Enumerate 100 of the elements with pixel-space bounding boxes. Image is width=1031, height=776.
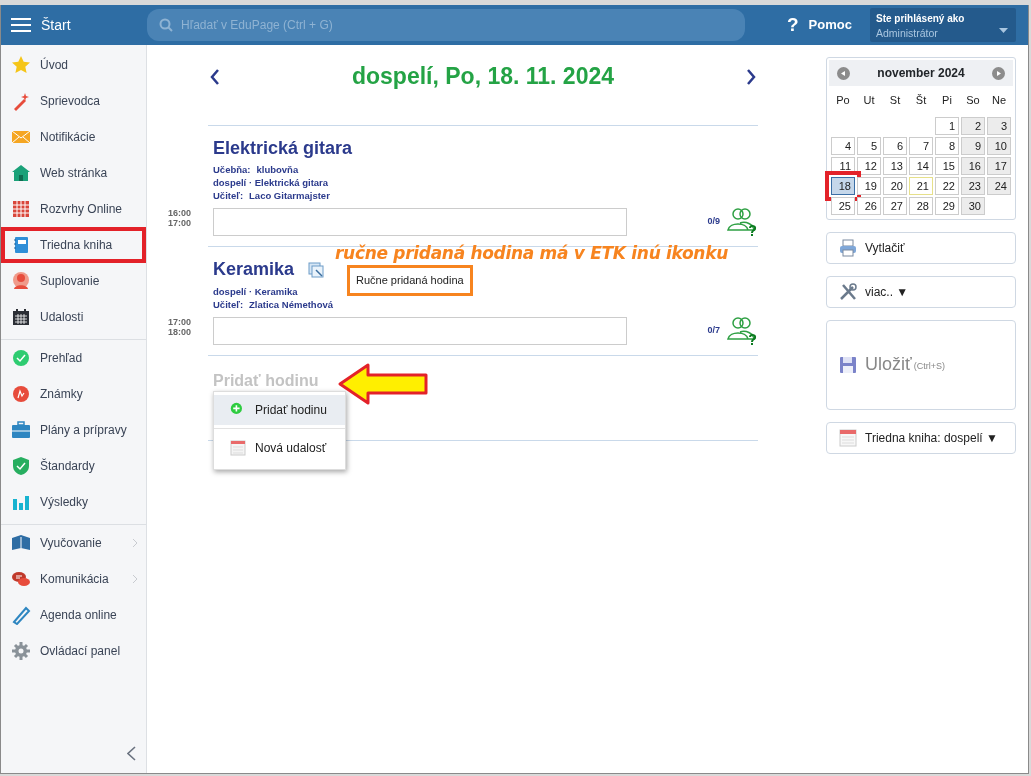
lesson-detail: Učebňa: klubovňa (213, 163, 300, 177)
calendar-day[interactable]: 17 (987, 156, 1011, 175)
sidebar-item[interactable]: Komunikácia (1, 561, 146, 597)
shield-icon (11, 456, 31, 476)
calendar-day[interactable]: 16 (961, 156, 985, 175)
calendar-day[interactable]: 26 (857, 196, 881, 215)
tools-icon (839, 282, 857, 301)
help-link[interactable]: ? Pomoc (787, 10, 852, 40)
lesson-detail: dospelí · Keramika (213, 284, 299, 298)
gear-icon (11, 641, 31, 661)
lesson-detail: Učiteľ: Laco Gitarmajster (213, 189, 331, 203)
lesson-time: 17:00 18:00 (168, 315, 193, 339)
calendar-day[interactable]: 25 (831, 196, 855, 215)
calendar-day[interactable]: 8 (935, 136, 959, 155)
sidebar-item[interactable]: Suplovanie (1, 263, 146, 299)
calendar-day[interactable]: 20 (883, 176, 907, 195)
calendar-day[interactable]: 2 (961, 116, 985, 135)
lesson-topic-field[interactable] (213, 316, 627, 345)
sidebar-item[interactable]: Štandardy (1, 448, 146, 484)
sidebar-item[interactable]: Známky (1, 376, 146, 412)
calendar-day[interactable]: 5 (857, 136, 881, 155)
calendar-day[interactable]: 29 (935, 196, 959, 215)
chevron-right-icon (132, 538, 138, 548)
weekday-label: Pi (941, 93, 953, 108)
calendar-day[interactable]: 6 (883, 136, 907, 155)
calendar-day[interactable]: 28 (909, 196, 933, 215)
calendar-day[interactable]: 19 (857, 176, 881, 195)
check-circle-icon (11, 348, 31, 368)
triangle-right-icon (992, 66, 1005, 80)
action-button[interactable]: Vytlačiť (826, 231, 1016, 264)
sidebar-item[interactable]: Vyučovanie (1, 525, 146, 561)
user-menu-button[interactable]: Ste prihlásený ako Administrátor (870, 8, 1016, 42)
tooltip: Ručne pridaná hodina (347, 265, 473, 296)
attendance-count: 0/7 (707, 324, 720, 338)
sidebar-item[interactable]: Triedna kniha (1, 227, 146, 263)
person-icon (11, 271, 31, 291)
action-button[interactable]: Triedna kniha: dospelí ▼ (826, 421, 1016, 454)
day-title: dospelí, Po, 18. 11. 2024 (350, 63, 616, 91)
timetable-grid-icon (11, 199, 31, 219)
next-month-button[interactable] (990, 64, 1007, 82)
calendar-day[interactable]: 15 (935, 156, 959, 175)
chevron-right-icon (746, 68, 756, 85)
sidebar-item[interactable]: Ovládací panel (1, 633, 146, 669)
menu-icon (11, 17, 31, 33)
star-icon (11, 55, 31, 75)
month-title: november 2024 (877, 65, 965, 82)
printer-icon (839, 238, 857, 257)
weekday-label: So (965, 93, 981, 108)
calendar-icon (11, 307, 31, 327)
house-icon (11, 163, 31, 183)
calendar-day[interactable]: 24 (987, 176, 1011, 195)
chevron-left-icon (210, 68, 220, 85)
menu-item[interactable]: Pridať hodinu (214, 395, 345, 425)
calendar-day[interactable]: 12 (857, 156, 881, 175)
weekday-label: Št (914, 93, 928, 108)
caret-icon (999, 28, 1008, 33)
chat-bubbles-icon (11, 569, 31, 589)
lesson-topic-field[interactable] (213, 208, 627, 237)
calendar-day[interactable]: 7 (909, 136, 933, 155)
calendar-day[interactable]: 9 (961, 136, 985, 155)
calendar-day[interactable]: 14 (909, 156, 933, 175)
calendar-day[interactable]: 10 (987, 136, 1011, 155)
lesson-detail: dospelí · Elektrická gitara (213, 176, 330, 190)
grade-circle-icon (11, 384, 31, 404)
previous-month-button[interactable] (835, 64, 852, 82)
sidebar-item[interactable]: Úvod (1, 47, 146, 83)
sidebar-item[interactable]: Prehľad (1, 340, 146, 376)
calendar-day[interactable]: 27 (883, 196, 907, 215)
sidebar-item[interactable]: Udalosti (1, 299, 146, 335)
search-icon (159, 18, 173, 32)
sidebar-item[interactable]: Sprievodca (1, 83, 146, 119)
calendar-day[interactable]: 13 (883, 156, 907, 175)
calendar-icon (230, 439, 246, 456)
calendar-day[interactable]: 30 (961, 196, 985, 215)
open-book-icon (11, 533, 31, 553)
sidebar-item[interactable]: Web stránka (1, 155, 146, 191)
sidebar-item[interactable]: Plány a prípravy (1, 412, 146, 448)
chevron-right-icon (132, 574, 138, 584)
calendar-day[interactable]: 23 (961, 176, 985, 195)
annotation-note: ručne pridaná hodina má v ETK inú ikonku (335, 242, 728, 265)
calendar-day[interactable]: 21 (909, 176, 933, 195)
action-button[interactable]: viac.. ▼ (826, 275, 1016, 308)
search-field[interactable]: Hľadať v EduPage (Ctrl + G) (147, 9, 745, 41)
calendar-day[interactable]: 4 (831, 136, 855, 155)
menu-item[interactable]: Nová udalosť (214, 428, 345, 466)
weekday-label: Po (835, 93, 851, 108)
lesson-detail: Učiteľ: Zlatica Némethová (213, 297, 334, 311)
calendar-day[interactable]: 22 (935, 176, 959, 195)
briefcase-icon (11, 420, 31, 440)
weekday-label: St (888, 93, 902, 108)
sidebar-item[interactable]: Rozvrhy Online (1, 191, 146, 227)
start-menu-button[interactable]: Štart (1, 14, 147, 36)
pen-icon (11, 605, 31, 625)
sidebar-item[interactable]: Agenda online (1, 597, 146, 633)
calendar-day[interactable]: 3 (987, 116, 1011, 135)
collapse-chevron-icon (127, 746, 136, 761)
students-icon (726, 314, 758, 347)
sidebar-item[interactable]: Výsledky (1, 484, 146, 520)
sidebar-item[interactable]: Notifikácie (1, 119, 146, 155)
calendar-day[interactable]: 1 (935, 116, 959, 135)
